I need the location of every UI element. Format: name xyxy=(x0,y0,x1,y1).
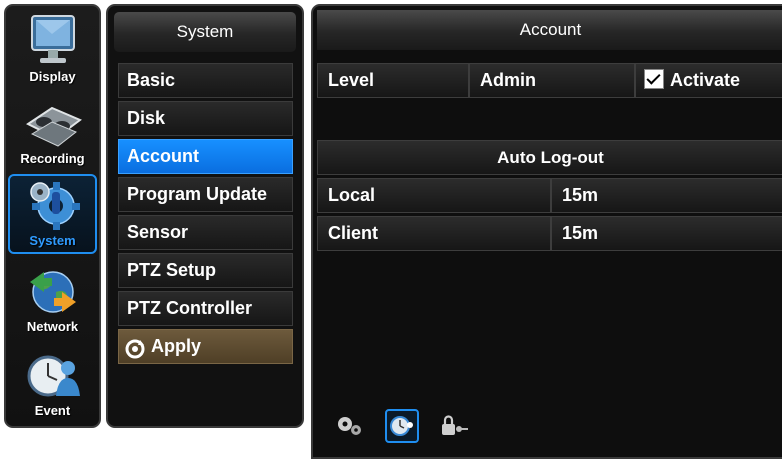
gears-icon[interactable] xyxy=(333,409,367,443)
local-timeout-select[interactable]: 15m xyxy=(551,178,782,213)
panel-title: Account xyxy=(317,10,782,50)
menu-item-sensor[interactable]: Sensor xyxy=(118,215,293,250)
client-timeout-select[interactable]: 15m xyxy=(551,216,782,251)
auto-logout-header: Auto Log-out xyxy=(317,140,782,175)
rail-label: System xyxy=(29,233,76,248)
menu-item-ptz-controller[interactable]: PTZ Controller xyxy=(118,291,293,326)
menu-item-basic[interactable]: Basic xyxy=(118,63,293,98)
rail-item-network[interactable]: Network xyxy=(8,258,97,338)
account-panel: Account Level Admin Activate Auto Log-ou… xyxy=(311,4,782,459)
rail-item-display[interactable]: Display xyxy=(8,8,97,88)
level-value-select[interactable]: Admin xyxy=(469,63,635,98)
refresh-icon xyxy=(125,337,145,358)
rail-item-event[interactable]: Event xyxy=(8,342,97,422)
menu-title: System xyxy=(114,12,296,52)
apply-label: Apply xyxy=(151,336,202,356)
rail-label: Display xyxy=(29,69,76,84)
menu-item-program-update[interactable]: Program Update xyxy=(118,177,293,212)
menu-item-disk[interactable]: Disk xyxy=(118,101,293,136)
panel-tab-bar xyxy=(333,406,471,446)
rail-label: Recording xyxy=(20,151,85,166)
level-label: Level xyxy=(317,63,469,98)
apply-button[interactable]: Apply xyxy=(118,329,293,364)
system-menu: System Basic Disk Account Program Update… xyxy=(106,4,304,428)
rail-item-system[interactable]: System xyxy=(8,174,97,254)
category-rail: Display Recording System Network Event xyxy=(4,4,101,428)
checkbox-checked-icon xyxy=(644,69,664,90)
gear-icon xyxy=(22,176,84,232)
client-label: Client xyxy=(317,216,551,251)
rail-item-recording[interactable]: Recording xyxy=(8,90,97,170)
rail-label: Event xyxy=(34,403,71,418)
activate-label: Activate xyxy=(670,70,741,90)
activate-checkbox[interactable]: Activate xyxy=(635,63,782,98)
monitor-icon xyxy=(22,12,84,68)
rail-label: Network xyxy=(26,319,79,334)
lock-key-icon[interactable] xyxy=(437,409,471,443)
tape-reels-icon xyxy=(22,94,84,150)
menu-item-account[interactable]: Account xyxy=(118,139,293,174)
clock-user-icon[interactable] xyxy=(385,409,419,443)
menu-item-ptz-setup[interactable]: PTZ Setup xyxy=(118,253,293,288)
local-label: Local xyxy=(317,178,551,213)
clock-person-icon xyxy=(22,346,84,402)
globe-icon xyxy=(22,262,84,318)
